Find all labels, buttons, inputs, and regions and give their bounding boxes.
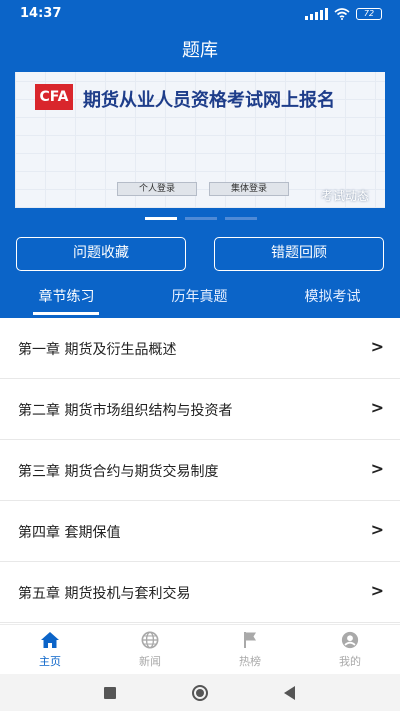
battery-icon: 72 xyxy=(356,8,382,20)
banner-personal-login: 个人登录 xyxy=(117,182,197,196)
chapter-title: 第四章 套期保值 xyxy=(18,525,121,541)
globe-icon xyxy=(141,631,159,649)
system-nav-bar xyxy=(0,674,400,711)
tab-bar: 章节练习 历年真题 模拟考试 xyxy=(0,282,400,318)
chevron-right-icon: > xyxy=(370,337,384,356)
carousel-dot[interactable] xyxy=(225,217,257,220)
tab-past-exams[interactable]: 历年真题 xyxy=(133,286,266,306)
status-icons: 72 xyxy=(305,8,382,20)
nav-label: 热榜 xyxy=(239,655,261,668)
profile-icon xyxy=(341,631,359,649)
carousel-indicator xyxy=(145,217,257,220)
home-button-icon[interactable] xyxy=(192,685,208,701)
tab-label: 模拟考试 xyxy=(304,289,361,305)
tab-mock-exam[interactable]: 模拟考试 xyxy=(266,286,399,306)
list-item[interactable]: 第一章 期货及衍生品概述 > xyxy=(0,318,400,379)
wifi-icon xyxy=(334,8,350,20)
bottom-nav: 主页 新闻 热榜 我的 xyxy=(0,624,400,674)
chevron-right-icon: > xyxy=(370,581,384,600)
list-item[interactable]: 第五章 期货投机与套利交易 > xyxy=(0,562,400,623)
list-item[interactable]: 第四章 套期保值 > xyxy=(0,501,400,562)
chapter-title: 第五章 期货投机与套利交易 xyxy=(18,586,191,602)
status-bar: 14:37 72 xyxy=(0,0,400,28)
nav-label: 新闻 xyxy=(139,655,161,668)
favorites-button[interactable]: 问题收藏 xyxy=(16,237,186,271)
header-area: 14:37 72 题库 CFA 期货从业人员资格考试网上报名 个人登录 集体登录… xyxy=(0,0,400,318)
cfa-logo: CFA xyxy=(35,84,73,110)
nav-profile[interactable]: 我的 xyxy=(300,631,400,669)
chapter-list: 第一章 期货及衍生品概述 > 第二章 期货市场组织结构与投资者 > 第三章 期货… xyxy=(0,318,400,623)
chapter-title: 第一章 期货及衍生品概述 xyxy=(18,342,177,358)
chapter-title: 第三章 期货合约与期货交易制度 xyxy=(18,464,219,480)
flag-icon xyxy=(244,632,256,648)
carousel-dot[interactable] xyxy=(145,217,177,220)
chevron-right-icon: > xyxy=(370,520,384,539)
carousel-dot[interactable] xyxy=(185,217,217,220)
tab-chapter-practice[interactable]: 章节练习 xyxy=(0,286,133,315)
tab-label: 历年真题 xyxy=(171,289,228,305)
nav-news[interactable]: 新闻 xyxy=(100,631,200,669)
status-time: 14:37 xyxy=(20,6,62,21)
page-title: 题库 xyxy=(182,40,218,61)
list-item[interactable]: 第三章 期货合约与期货交易制度 > xyxy=(0,440,400,501)
tab-active-indicator xyxy=(33,312,99,315)
back-icon[interactable] xyxy=(284,686,295,700)
banner-group-login: 集体登录 xyxy=(209,182,289,196)
tab-label: 章节练习 xyxy=(38,289,95,305)
chapter-title: 第二章 期货市场组织结构与投资者 xyxy=(18,403,233,419)
home-icon xyxy=(41,632,59,648)
nav-home[interactable]: 主页 xyxy=(0,631,100,669)
chevron-right-icon: > xyxy=(370,398,384,417)
recent-apps-icon[interactable] xyxy=(104,687,116,699)
banner-carousel[interactable]: CFA 期货从业人员资格考试网上报名 个人登录 集体登录 考试动态 xyxy=(15,72,385,208)
nav-hot-list[interactable]: 热榜 xyxy=(200,631,300,669)
chevron-right-icon: > xyxy=(370,459,384,478)
mistakes-review-button[interactable]: 错题回顾 xyxy=(214,237,384,271)
signal-icon xyxy=(305,8,328,20)
banner-headline: 期货从业人员资格考试网上报名 xyxy=(83,90,335,111)
nav-label: 主页 xyxy=(39,655,61,668)
list-item[interactable]: 第二章 期货市场组织结构与投资者 > xyxy=(0,379,400,440)
banner-caption: 考试动态 xyxy=(320,189,369,203)
nav-label: 我的 xyxy=(339,655,361,668)
